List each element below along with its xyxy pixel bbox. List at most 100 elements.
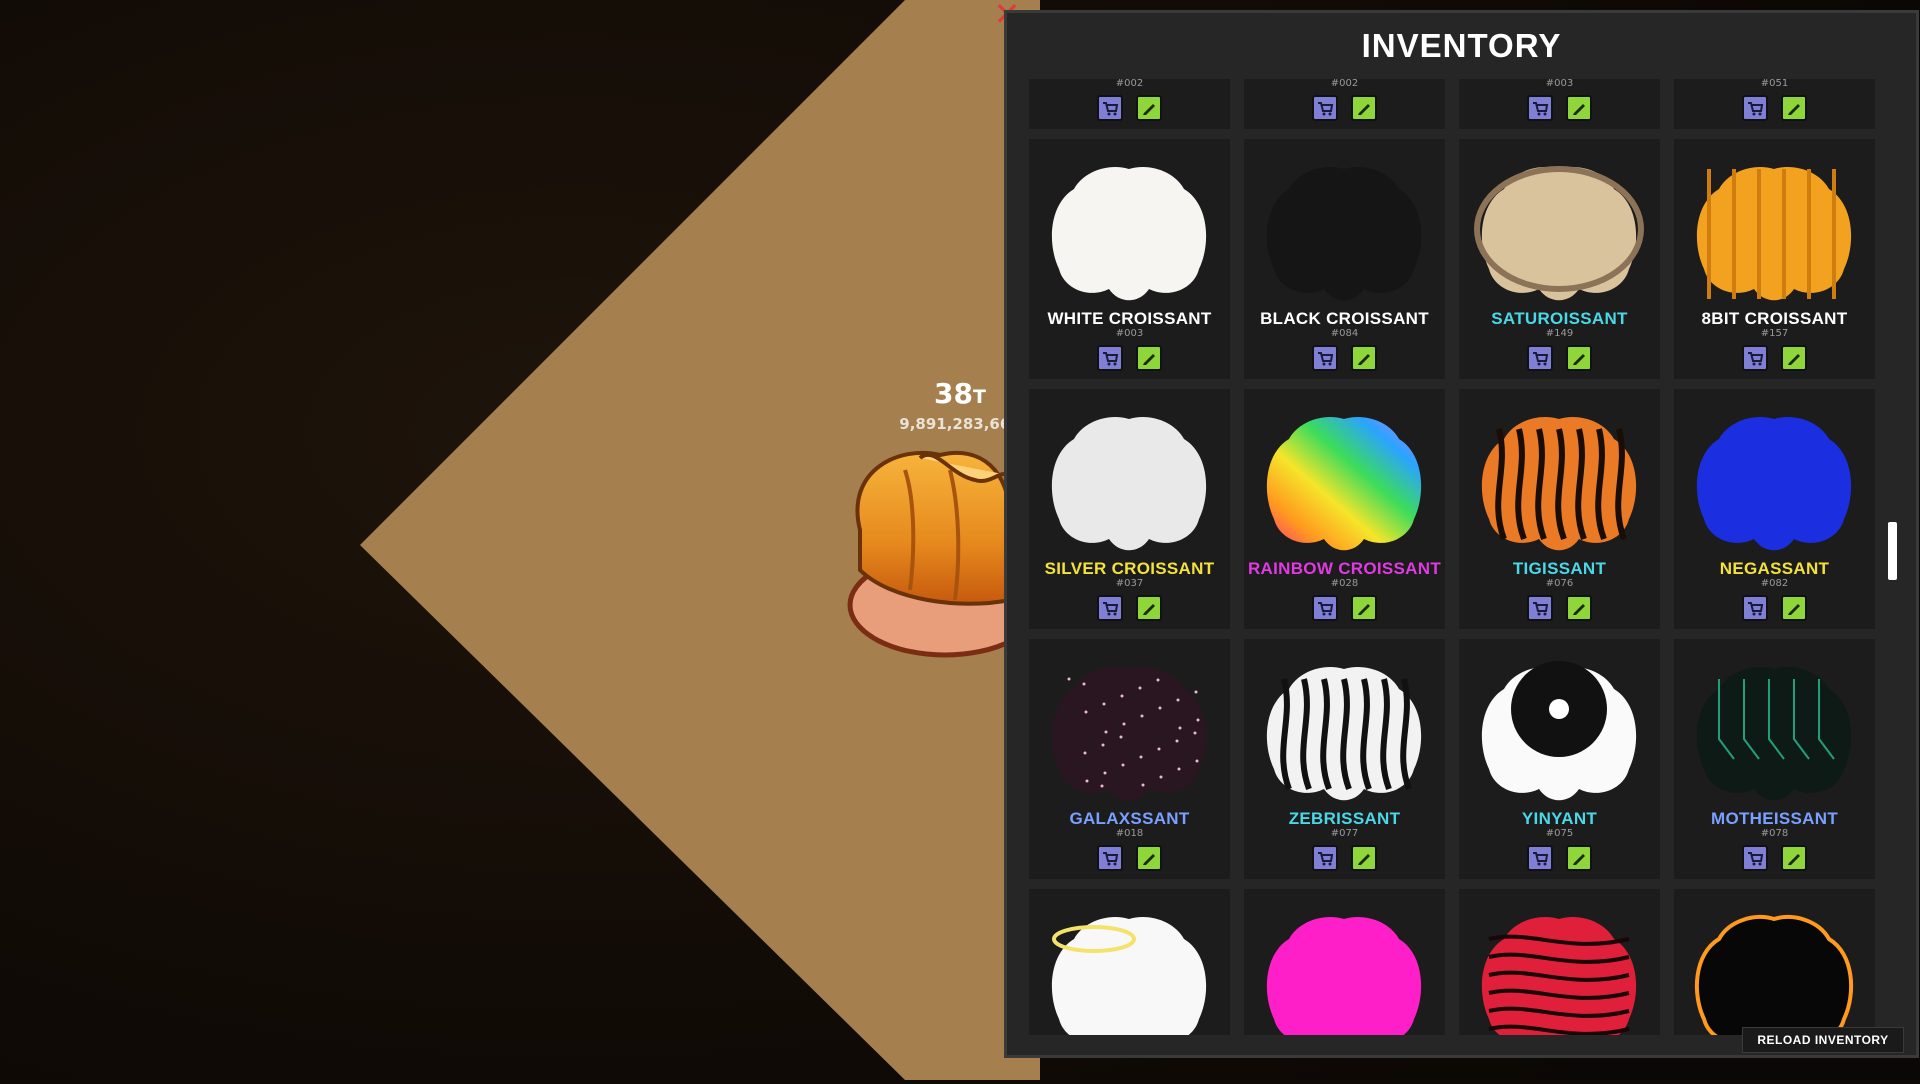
equip-button[interactable] (1742, 595, 1768, 621)
croissant-icon (1481, 661, 1637, 801)
inventory-item[interactable]: WHITE CROISSANT#003 (1459, 79, 1660, 129)
equip-button[interactable] (1527, 95, 1553, 121)
item-number: #002 (1330, 79, 1359, 89)
reload-inventory-button[interactable]: RELOAD INVENTORY (1742, 1027, 1904, 1053)
inventory-item[interactable]: SILVER CROISSANT #037 (1029, 389, 1230, 629)
cart-icon (1533, 102, 1549, 116)
edit-button[interactable] (1351, 345, 1377, 371)
inventory-item[interactable]: SATUROISSANT #149 (1459, 139, 1660, 379)
equip-button[interactable] (1097, 345, 1123, 371)
pencil-icon (1573, 854, 1585, 865)
pencil-icon (1573, 354, 1585, 365)
cart-icon (1748, 102, 1764, 116)
equip-button[interactable] (1097, 595, 1123, 621)
edit-button[interactable] (1566, 345, 1592, 371)
edit-button[interactable] (1351, 845, 1377, 871)
item-name: NEGASSANT (1719, 559, 1830, 578)
croissant-icon (1266, 167, 1422, 301)
game-stage: 38T 9,891,283,660 ✕ INVENTORY GOLDEN CRO… (0, 0, 1920, 1080)
item-name: RAINBOW CROISSANT (1247, 559, 1442, 578)
pencil-icon (1358, 354, 1370, 365)
item-number: #077 (1330, 828, 1359, 839)
pencil-icon (1358, 604, 1370, 615)
inventory-item[interactable]: BLACK CROISSANT #084 (1244, 139, 1445, 379)
inventory-item[interactable]: NEGASSANT #082 (1674, 389, 1875, 629)
item-number: #002 (1115, 79, 1144, 89)
inventory-item[interactable] (1459, 889, 1660, 1035)
inventory-item[interactable]: WHITE CROISSANT#003 (1029, 139, 1230, 379)
croissant-icon (1481, 917, 1637, 1035)
inventory-item[interactable]: GALAXSSANT #018 (1029, 639, 1230, 879)
item-number: #075 (1545, 828, 1574, 839)
equip-button[interactable] (1742, 845, 1768, 871)
pencil-icon (1143, 104, 1155, 115)
edit-button[interactable] (1136, 95, 1162, 121)
equip-button[interactable] (1312, 845, 1338, 871)
cart-icon (1748, 852, 1764, 866)
cart-icon (1103, 852, 1119, 866)
item-number: #082 (1760, 578, 1789, 589)
edit-button[interactable] (1136, 345, 1162, 371)
pencil-icon (1788, 604, 1800, 615)
cart-icon (1748, 352, 1764, 366)
equip-button[interactable] (1097, 95, 1123, 121)
equip-button[interactable] (1312, 95, 1338, 121)
equip-button[interactable] (1742, 95, 1768, 121)
inventory-item[interactable]: MOTHEISSANT #078 (1674, 639, 1875, 879)
item-name: WHITE CROISSANT (1047, 309, 1212, 328)
inventory-item[interactable]: 8BIT CROISSANT #157 (1674, 139, 1875, 379)
edit-button[interactable] (1136, 845, 1162, 871)
edit-button[interactable] (1566, 95, 1592, 121)
pencil-icon (1358, 104, 1370, 115)
inventory-item[interactable]: HATSSANT#051 (1674, 79, 1875, 129)
pencil-icon (1143, 354, 1155, 365)
item-name: BLACK CROISSANT (1260, 309, 1429, 328)
item-number: #051 (1760, 79, 1789, 89)
scrollbar-thumb[interactable] (1888, 522, 1897, 580)
cart-icon (1103, 352, 1119, 366)
cart-icon (1318, 602, 1334, 616)
cart-icon (1318, 852, 1334, 866)
edit-button[interactable] (1781, 845, 1807, 871)
item-number: #003 (1115, 328, 1144, 339)
edit-button[interactable] (1351, 595, 1377, 621)
equip-button[interactable] (1312, 595, 1338, 621)
croissant-icon (1696, 417, 1852, 551)
equip-button[interactable] (1527, 345, 1553, 371)
edit-button[interactable] (1566, 595, 1592, 621)
inventory-item[interactable]: YINYANT #075 (1459, 639, 1660, 879)
edit-button[interactable] (1781, 345, 1807, 371)
equip-button[interactable] (1312, 345, 1338, 371)
inventory-item[interactable] (1029, 889, 1230, 1035)
equip-button[interactable] (1097, 845, 1123, 871)
inventory-item[interactable]: GOLDEN CROISSANT#002 (1029, 79, 1230, 129)
inventory-item[interactable] (1244, 889, 1445, 1035)
pencil-icon (1788, 854, 1800, 865)
croissant-icon (1696, 667, 1852, 801)
edit-button[interactable] (1566, 845, 1592, 871)
edit-button[interactable] (1781, 95, 1807, 121)
edit-button[interactable] (1781, 595, 1807, 621)
equip-button[interactable] (1742, 345, 1768, 371)
equip-button[interactable] (1527, 845, 1553, 871)
edit-button[interactable] (1351, 95, 1377, 121)
item-number: #157 (1760, 328, 1789, 339)
item-name: YINYANT (1521, 809, 1598, 828)
croissant-icon (1266, 917, 1422, 1035)
inventory-item[interactable]: RAINBOW CROISSANT #028 (1244, 389, 1445, 629)
inventory-item[interactable]: TIGISSANT #076 (1459, 389, 1660, 629)
croissant-icon (1474, 166, 1644, 301)
pencil-icon (1788, 104, 1800, 115)
croissant-icon (1051, 167, 1207, 301)
item-name: SILVER CROISSANT (1044, 559, 1215, 578)
inventory-item[interactable]: GOLDEN CROISSANT#002 (1244, 79, 1445, 129)
edit-button[interactable] (1136, 595, 1162, 621)
cart-icon (1533, 352, 1549, 366)
inventory-item[interactable]: ZEBRISSANT #077 (1244, 639, 1445, 879)
equip-button[interactable] (1527, 595, 1553, 621)
item-number: #084 (1330, 328, 1359, 339)
inventory-item[interactable] (1674, 889, 1875, 1035)
cart-icon (1533, 602, 1549, 616)
croissant-icon (1266, 667, 1422, 801)
item-number: #028 (1330, 578, 1359, 589)
